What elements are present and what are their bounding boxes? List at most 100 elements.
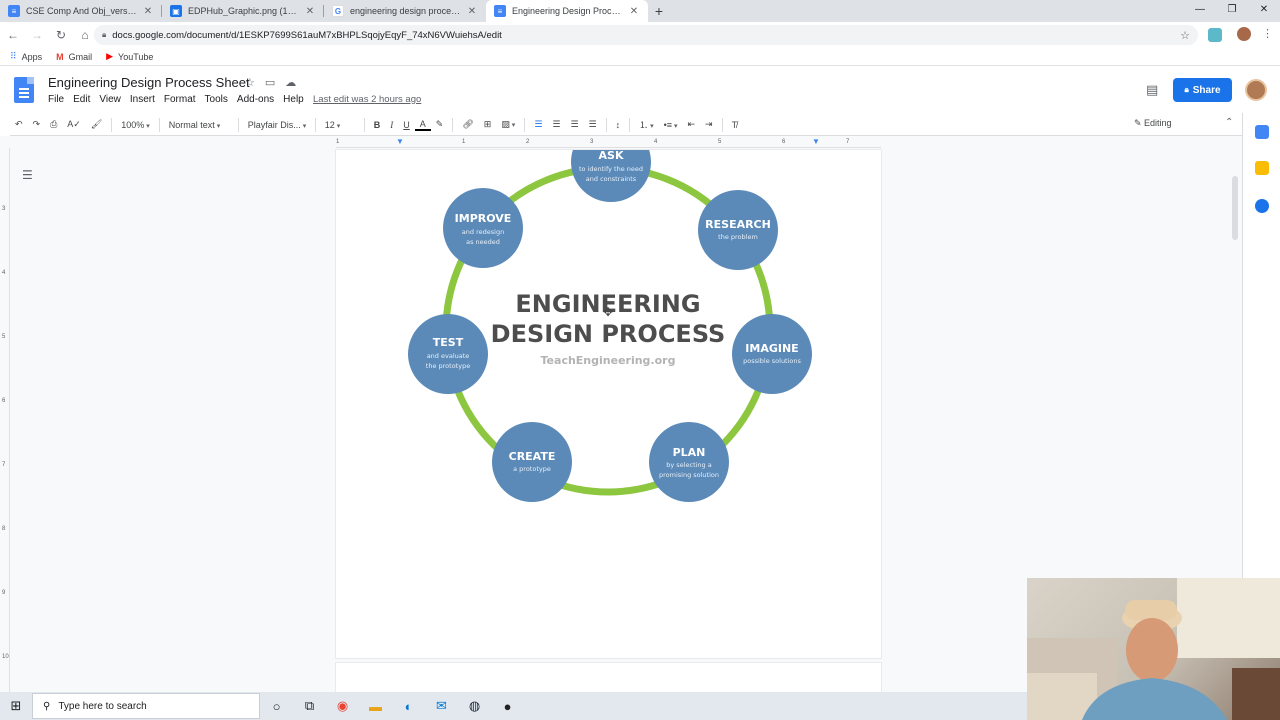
add-comment-icon[interactable]: ⊞ — [479, 119, 497, 130]
line-spacing-icon[interactable]: ↕ — [611, 120, 626, 130]
browser-menu-icon[interactable]: ⋮ — [1262, 27, 1273, 40]
extension-icon[interactable] — [1208, 28, 1222, 42]
close-tab-icon[interactable]: ✕ — [628, 6, 640, 17]
obs-icon[interactable]: ● — [491, 699, 524, 714]
menu-file[interactable]: File — [48, 94, 64, 105]
menu-help[interactable]: Help — [283, 94, 304, 105]
restore-icon[interactable]: ❐ — [1216, 0, 1248, 22]
mail-icon[interactable]: ✉ — [425, 698, 458, 714]
align-center-icon[interactable]: ☰ — [547, 119, 565, 130]
close-window-icon[interactable]: ✕ — [1248, 0, 1280, 22]
increase-indent-icon[interactable]: ⇥ — [700, 119, 718, 130]
step-imagine[interactable]: IMAGINE possible solutions — [732, 314, 812, 394]
keep-icon[interactable] — [1255, 161, 1269, 175]
back-icon[interactable]: ← — [2, 28, 24, 42]
bookmark-youtube[interactable]: ▶ YouTube — [106, 51, 153, 62]
last-edit-link[interactable]: Last edit was 2 hours ago — [313, 94, 421, 105]
style-select[interactable]: Normal text — [164, 120, 234, 130]
bookmark-apps[interactable]: ⠿ Apps — [10, 51, 42, 62]
close-tab-icon[interactable]: ✕ — [466, 6, 478, 17]
star-icon[interactable]: ☆ — [245, 76, 255, 89]
step-plan[interactable]: PLAN by selecting a promising solution — [649, 422, 729, 502]
font-size-select[interactable]: 12 — [320, 120, 360, 130]
windows-start-icon[interactable]: ⊞ — [0, 698, 32, 714]
tasks-icon[interactable] — [1255, 199, 1269, 213]
align-right-icon[interactable]: ☰ — [565, 119, 583, 130]
calendar-icon[interactable] — [1255, 125, 1269, 139]
edge-icon[interactable]: ◐ — [392, 699, 425, 714]
vertical-scrollbar[interactable] — [1232, 176, 1238, 240]
spellcheck-icon[interactable]: A✓ — [62, 119, 86, 130]
new-tab-button[interactable]: + — [648, 0, 670, 22]
browser-tab-active[interactable]: ≡ Engineering Design Process Shee ✕ — [486, 0, 648, 22]
move-folder-icon[interactable]: ▭ — [265, 76, 275, 89]
insert-image-icon[interactable]: ▨ — [496, 119, 520, 130]
forward-icon[interactable]: → — [26, 28, 48, 42]
menu-format[interactable]: Format — [164, 94, 196, 105]
close-tab-icon[interactable]: ✕ — [304, 6, 316, 17]
close-tab-icon[interactable]: ✕ — [142, 6, 154, 17]
chrome-icon[interactable]: ◉ — [326, 698, 359, 714]
home-icon[interactable]: ⌂ — [74, 28, 96, 42]
menu-tools[interactable]: Tools — [205, 94, 228, 105]
align-left-icon[interactable]: ☰ — [529, 119, 547, 130]
share-button[interactable]: 🔒︎ Share — [1173, 78, 1232, 102]
paint-format-icon[interactable]: 🖌︎ — [86, 119, 107, 130]
browser-tab[interactable]: G engineering design process - Go ✕ — [324, 0, 486, 22]
document-page-2[interactable] — [336, 663, 881, 692]
bulleted-list-icon[interactable]: •≡ — [659, 120, 683, 130]
docs-logo-icon[interactable] — [14, 77, 34, 103]
comment-history-icon[interactable]: ▤ — [1146, 82, 1158, 98]
profile-avatar-icon[interactable] — [1237, 27, 1251, 41]
step-test[interactable]: TEST and evaluate the prototype — [408, 314, 488, 394]
engineering-design-process-diagram[interactable]: ENGINEERING DESIGN PROCESS TeachEngineer… — [336, 150, 881, 658]
hide-menus-icon[interactable]: ⌃ — [1225, 117, 1233, 128]
highlight-icon[interactable]: ✎ — [431, 119, 449, 130]
numbered-list-icon[interactable]: ⒈ — [634, 118, 658, 131]
link-icon[interactable]: 🔗︎ — [457, 119, 478, 130]
file-explorer-icon[interactable]: ▬ — [359, 699, 392, 714]
bookmark-gmail[interactable]: M Gmail — [56, 52, 92, 62]
minimize-icon[interactable]: — — [1184, 0, 1216, 22]
steam-icon[interactable]: ◍ — [458, 698, 491, 714]
right-indent-marker[interactable]: ▼ — [812, 137, 820, 146]
document-title[interactable]: Engineering Design Process Sheet — [48, 75, 250, 90]
avatar[interactable] — [1245, 79, 1267, 101]
menu-edit[interactable]: Edit — [73, 94, 90, 105]
print-icon[interactable]: ⎙ — [45, 119, 62, 130]
reload-icon[interactable]: ↻ — [50, 28, 72, 42]
browser-tab[interactable]: ≡ CSE Comp And Obj_version2 (1) ✕ — [0, 0, 162, 22]
document-outline-icon[interactable]: ☰ — [22, 168, 33, 182]
step-ask[interactable]: ASK to identify the need and constraints — [571, 150, 651, 202]
step-create[interactable]: CREATE a prototype — [492, 422, 572, 502]
horizontal-ruler[interactable]: 1 1 2 3 4 5 6 7 ▼ ▼ — [336, 137, 881, 148]
editing-mode-select[interactable]: ✎ Editing — [1134, 118, 1172, 129]
justify-icon[interactable]: ☰ — [584, 119, 602, 130]
step-improve[interactable]: IMPROVE and redesign as needed — [443, 188, 523, 268]
menu-addons[interactable]: Add-ons — [237, 94, 274, 105]
italic-icon[interactable]: I — [385, 120, 398, 130]
cloud-saved-icon[interactable]: ☁ — [285, 76, 296, 89]
clear-formatting-icon[interactable]: T̸ — [727, 120, 743, 130]
redo-icon[interactable]: ↷ — [28, 119, 46, 130]
left-indent-marker[interactable]: ▼ — [396, 137, 404, 146]
taskbar-search-input[interactable]: ⚲ Type here to search — [32, 693, 260, 719]
browser-tab[interactable]: ▣ EDPHub_Graphic.png (1200×120 ✕ — [162, 0, 324, 22]
font-select[interactable]: Playfair Dis... — [243, 120, 311, 130]
undo-icon[interactable]: ↶ — [10, 119, 28, 130]
underline-icon[interactable]: U — [398, 120, 415, 130]
bold-icon[interactable]: B — [369, 120, 386, 130]
zoom-select[interactable]: 100% — [116, 120, 155, 130]
text-color-icon[interactable]: A — [414, 119, 431, 131]
decrease-indent-icon[interactable]: ⇤ — [682, 119, 700, 130]
bookmark-star-icon[interactable]: ☆ — [1180, 29, 1190, 42]
document-page[interactable]: ENGINEERING DESIGN PROCESS TeachEngineer… — [336, 150, 881, 658]
cortana-icon[interactable]: ○ — [260, 699, 293, 714]
task-view-icon[interactable]: ⧉ — [293, 698, 326, 714]
menu-insert[interactable]: Insert — [130, 94, 155, 105]
vertical-ruler[interactable]: 3 4 5 6 7 8 9 10 — [0, 148, 10, 692]
menu-view[interactable]: View — [99, 94, 121, 105]
step-research[interactable]: RESEARCH the problem — [698, 190, 778, 270]
tab-title: CSE Comp And Obj_version2 (1) — [26, 6, 138, 16]
url-input[interactable]: 🔒︎ docs.google.com/document/d/1ESKP7699S… — [94, 25, 1198, 45]
